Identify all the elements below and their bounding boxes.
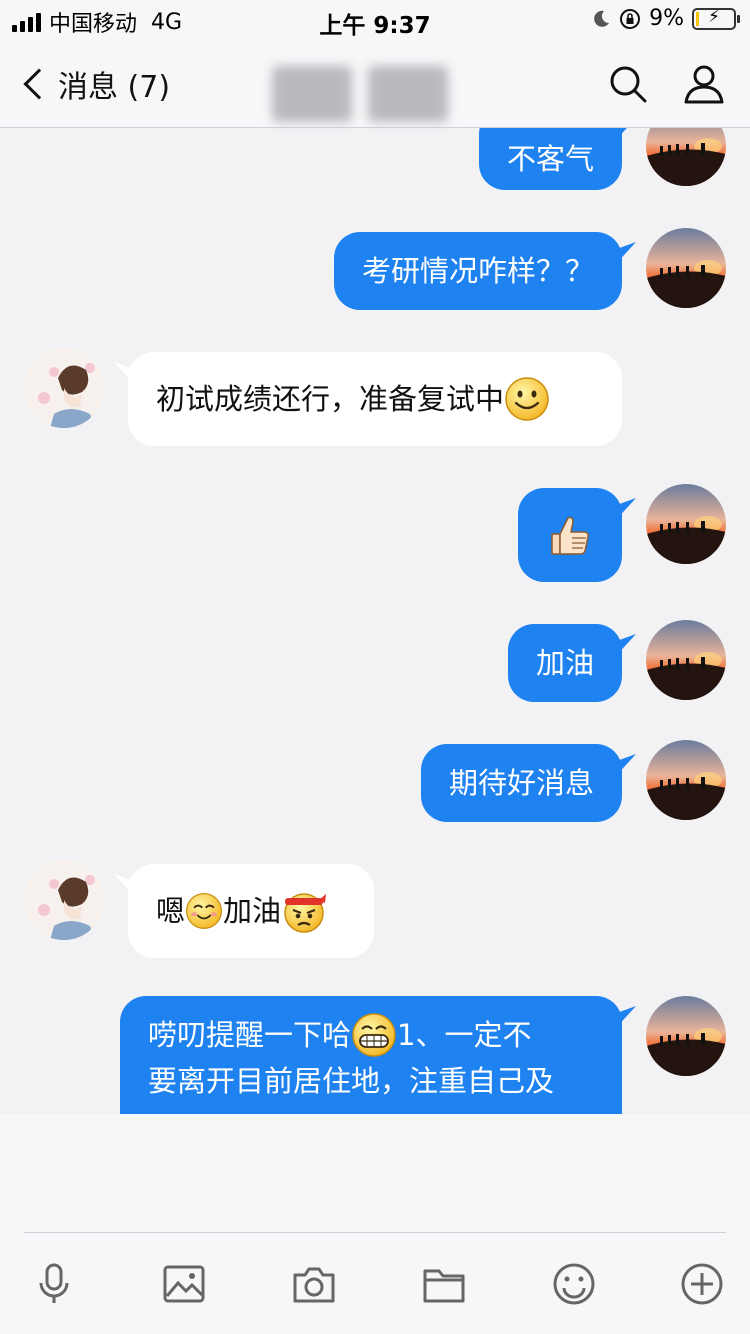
message-bubble-incoming[interactable]: 嗯 加油 bbox=[128, 864, 374, 958]
message-text: 加油 bbox=[535, 646, 594, 680]
message-text: 要离开目前居住地，注重自己及 bbox=[148, 1064, 555, 1098]
message-text: 唠叨提醒一下哈 bbox=[148, 1018, 352, 1052]
back-label: 消息 (7) bbox=[58, 70, 171, 105]
message-bubble-outgoing[interactable]: 考研情况咋样？？ bbox=[333, 232, 622, 310]
message-text: 嗯 bbox=[156, 894, 186, 928]
orientation-lock-icon bbox=[620, 8, 641, 29]
thumbs-up-emoji bbox=[546, 512, 592, 558]
friend-avatar[interactable] bbox=[24, 348, 104, 428]
message-text: 不客气 bbox=[506, 142, 594, 176]
conversation-title-blurred bbox=[272, 66, 464, 148]
my-avatar[interactable] bbox=[646, 996, 726, 1076]
emoji-icon[interactable] bbox=[552, 1262, 596, 1306]
status-bar: 中国移动 4G 上午 9:37 9% ⚡ bbox=[0, 0, 750, 40]
message-bubble-outgoing[interactable]: 不客气 bbox=[478, 128, 622, 190]
chevron-left-icon bbox=[23, 68, 55, 100]
blush-emoji bbox=[185, 892, 223, 930]
microphone-icon[interactable] bbox=[32, 1262, 76, 1306]
battery-percent: 9% bbox=[649, 6, 684, 31]
message-text: 加油 bbox=[223, 894, 282, 928]
input-divider bbox=[24, 1232, 726, 1233]
input-area bbox=[0, 1114, 750, 1334]
my-avatar[interactable] bbox=[646, 484, 726, 564]
camera-icon[interactable] bbox=[292, 1262, 336, 1306]
message-bubble-outgoing[interactable]: 加油 bbox=[507, 624, 622, 702]
my-avatar[interactable] bbox=[646, 228, 726, 308]
message-bubble-incoming[interactable]: 初试成绩还行，准备复试中 bbox=[128, 352, 622, 446]
my-avatar[interactable] bbox=[646, 620, 726, 700]
grin-emoji bbox=[351, 1012, 397, 1058]
smile-emoji bbox=[504, 376, 550, 422]
determined-emoji bbox=[281, 888, 327, 934]
message-bubble-outgoing[interactable]: 唠叨提醒一下哈 1、一定不 要离开目前居住地，注重自己及 bbox=[120, 996, 622, 1114]
moon-icon bbox=[594, 10, 610, 27]
my-avatar[interactable] bbox=[646, 740, 726, 820]
chat-history[interactable]: 不客气 考研情况咋样？？ 初试成绩还行，准备复试中 加油 期待好消息 嗯 加油 … bbox=[0, 128, 750, 1114]
message-bubble-outgoing[interactable] bbox=[518, 488, 622, 582]
my-avatar[interactable] bbox=[646, 128, 726, 186]
message-input[interactable] bbox=[24, 1134, 726, 1224]
message-text: 初试成绩还行，准备复试中 bbox=[156, 382, 505, 416]
nav-bar: 消息 (7) bbox=[0, 40, 750, 128]
message-text: 1、一定不 bbox=[397, 1018, 532, 1052]
message-text: 考研情况咋样？？ bbox=[361, 254, 594, 288]
friend-avatar[interactable] bbox=[24, 860, 104, 940]
profile-icon[interactable] bbox=[682, 62, 726, 106]
search-icon[interactable] bbox=[606, 62, 650, 106]
plus-icon[interactable] bbox=[680, 1262, 724, 1306]
folder-icon[interactable] bbox=[422, 1262, 466, 1306]
message-text: 期待好消息 bbox=[448, 766, 594, 800]
back-button[interactable]: 消息 (7) bbox=[18, 62, 170, 106]
message-bubble-outgoing[interactable]: 期待好消息 bbox=[420, 744, 622, 822]
battery-icon: ⚡ bbox=[692, 7, 740, 30]
image-icon[interactable] bbox=[162, 1262, 206, 1306]
